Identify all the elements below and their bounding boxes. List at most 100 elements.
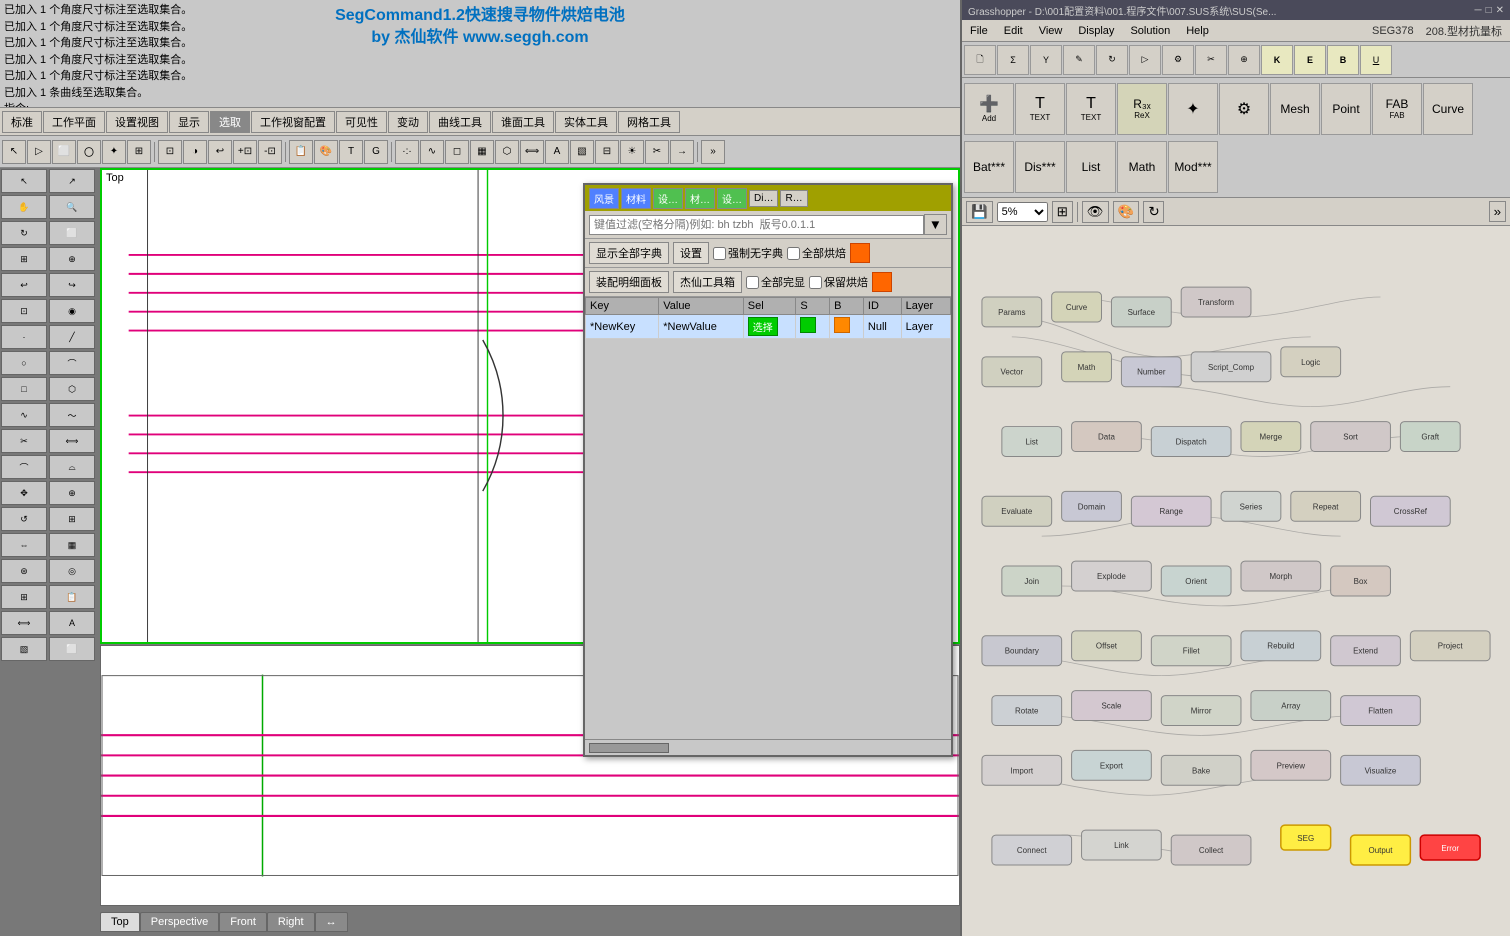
tab-solid-tools[interactable]: 实体工具 — [555, 111, 617, 133]
gh-menu-edit[interactable]: Edit — [1000, 23, 1027, 39]
tab-front[interactable]: Front — [219, 912, 267, 932]
text-icon[interactable]: A — [49, 611, 95, 635]
type-sel-icon[interactable]: T — [339, 140, 363, 164]
undo-icon[interactable]: ↩ — [1, 273, 47, 297]
shade-icon[interactable]: ◉ — [49, 299, 95, 323]
tab-expand[interactable]: ↔ — [315, 912, 348, 932]
gh-B-icon[interactable]: B — [1327, 45, 1359, 75]
all-select-icon[interactable]: ⊞ — [127, 140, 151, 164]
gh-curve-comp[interactable]: Curve — [1423, 83, 1473, 135]
kv-all-show-cb[interactable] — [746, 276, 759, 289]
gh-save-btn[interactable]: 💾 — [966, 201, 993, 223]
kv-cell-key[interactable]: *NewKey — [586, 315, 659, 339]
kv-toolbox-btn[interactable]: 杰仙工具箱 — [673, 271, 742, 293]
select-tool-icon[interactable]: ▷ — [27, 140, 51, 164]
solid-sel-icon[interactable]: ⬡ — [495, 140, 519, 164]
deselect-icon[interactable]: ↗ — [49, 169, 95, 193]
kv-btn-set1[interactable]: 设… — [653, 188, 683, 209]
gh-paint-btn[interactable]: 🎨 — [1113, 201, 1140, 223]
kv-keep-bake-cb[interactable] — [809, 276, 822, 289]
point-cloud-icon[interactable]: ·:· — [395, 140, 419, 164]
gh-expand-btn[interactable]: » — [1489, 201, 1506, 222]
color-sel-icon[interactable]: 🎨 — [314, 140, 338, 164]
gh-text-comp[interactable]: TTEXT — [1015, 83, 1065, 135]
zoom-target-icon[interactable]: ⊕ — [49, 247, 95, 271]
kv-match-panel-btn[interactable]: 装配明细面板 — [589, 271, 669, 293]
minimize-icon[interactable]: ─ — [1474, 5, 1481, 16]
add-sel-icon[interactable]: +⊡ — [233, 140, 257, 164]
kv-cell-value[interactable]: *NewValue — [659, 315, 744, 339]
hatch-sel-icon[interactable]: ▧ — [570, 140, 594, 164]
surface-sel-icon[interactable]: ◻ — [445, 140, 469, 164]
arc-icon[interactable]: ⌒ — [49, 351, 95, 375]
text-sel-icon[interactable]: A — [545, 140, 569, 164]
kv-btn-material[interactable]: 材料 — [621, 188, 651, 209]
gh-gamma-icon[interactable]: Υ — [1030, 45, 1062, 75]
gh-menu-display[interactable]: Display — [1074, 23, 1118, 39]
tab-curve-tools[interactable]: 曲线工具 — [429, 111, 491, 133]
gh-E-icon[interactable]: E — [1294, 45, 1326, 75]
rect-icon[interactable]: □ — [1, 377, 47, 401]
layers-icon[interactable]: 📋 — [49, 585, 95, 609]
rotate3d-icon[interactable]: ↺ — [1, 507, 47, 531]
tab-display[interactable]: 显示 — [169, 111, 209, 133]
osnap-icon[interactable]: ◎ — [49, 559, 95, 583]
gh-sigma-icon[interactable]: Σ — [997, 45, 1029, 75]
tab-setview[interactable]: 设置视图 — [106, 111, 168, 133]
circle-icon[interactable]: ○ — [1, 351, 47, 375]
gh-mod-comp[interactable]: Mod*** — [1168, 141, 1218, 193]
zoom-icon[interactable]: 🔍 — [49, 195, 95, 219]
wire-icon[interactable]: ⊡ — [1, 299, 47, 323]
tab-right[interactable]: Right — [267, 912, 315, 932]
pt-icon[interactable]: · — [1, 325, 47, 349]
gh-refresh-icon[interactable]: ↻ — [1096, 45, 1128, 75]
kv-force-nodict-cb[interactable] — [713, 247, 726, 260]
kv-filter-dropdown[interactable]: ▼ — [924, 214, 947, 235]
gh-pencil-icon[interactable]: ✎ — [1063, 45, 1095, 75]
kv-show-all-btn[interactable]: 显示全部字典 — [589, 242, 669, 264]
kv-settings-btn[interactable]: 设置 — [673, 242, 709, 264]
dim-sel-icon[interactable]: ⟺ — [520, 140, 544, 164]
zoom-window-icon[interactable]: ⬜ — [49, 221, 95, 245]
gh-K-icon[interactable]: K — [1261, 45, 1293, 75]
curve-sel-icon[interactable]: ∿ — [420, 140, 444, 164]
scale-icon[interactable]: ⊞ — [49, 507, 95, 531]
previous-sel-icon[interactable]: ↩ — [208, 140, 232, 164]
kv-btn-scene[interactable]: 风景 — [589, 188, 619, 209]
gh-menu-file[interactable]: File — [966, 23, 992, 39]
kv-hscroll-thumb[interactable] — [589, 743, 669, 753]
freeform-icon[interactable]: ∿ — [1, 403, 47, 427]
gh-gear-comp[interactable]: ⚙ — [1219, 83, 1269, 135]
fillet-icon[interactable]: ⌒ — [1, 455, 47, 479]
dim-icon[interactable]: ⟺ — [1, 611, 47, 635]
move-icon[interactable]: ✥ — [1, 481, 47, 505]
gh-menu-solution[interactable]: Solution — [1126, 23, 1174, 39]
kv-all-bake-cb[interactable] — [787, 247, 800, 260]
tab-visibility[interactable]: 可见性 — [336, 111, 387, 133]
gh-arrow-icon[interactable]: ▷ — [1129, 45, 1161, 75]
kv-btn-mat2[interactable]: 材… — [685, 188, 715, 209]
array-icon[interactable]: ▦ — [49, 533, 95, 557]
clipping-icon[interactable]: ✂ — [645, 140, 669, 164]
kv-btn-r[interactable]: R… — [780, 190, 807, 207]
layer-sel-icon[interactable]: 📋 — [289, 140, 313, 164]
select-icon[interactable]: ↖ — [1, 169, 47, 193]
filter-icon[interactable]: ⊡ — [158, 140, 182, 164]
tab-top[interactable]: Top — [100, 912, 140, 932]
redo-icon[interactable]: ↪ — [49, 273, 95, 297]
kv-select-btn[interactable]: 选择 — [748, 317, 778, 336]
extend-icon[interactable]: ⟺ — [49, 429, 95, 453]
gh-U-icon[interactable]: U — [1360, 45, 1392, 75]
gh-eye-btn[interactable]: 👁 — [1082, 201, 1109, 223]
tab-workspace[interactable]: 工作视窗配置 — [251, 111, 335, 133]
cursor-tool-icon[interactable]: ↖ — [2, 140, 26, 164]
gh-point-comp[interactable]: Point — [1321, 83, 1371, 135]
gh-zoom-fit-btn[interactable]: ⊞ — [1052, 201, 1073, 223]
kv-filter-input[interactable] — [589, 215, 924, 235]
expand-icon[interactable]: » — [701, 140, 725, 164]
kv-cell-sel[interactable]: 选择 — [743, 315, 796, 339]
gh-nav-btn[interactable]: ↻ — [1143, 201, 1164, 223]
kv-btn-set2[interactable]: 设… — [717, 188, 747, 209]
copy-icon[interactable]: ⊕ — [49, 481, 95, 505]
hatch-icon[interactable]: ▧ — [1, 637, 47, 661]
